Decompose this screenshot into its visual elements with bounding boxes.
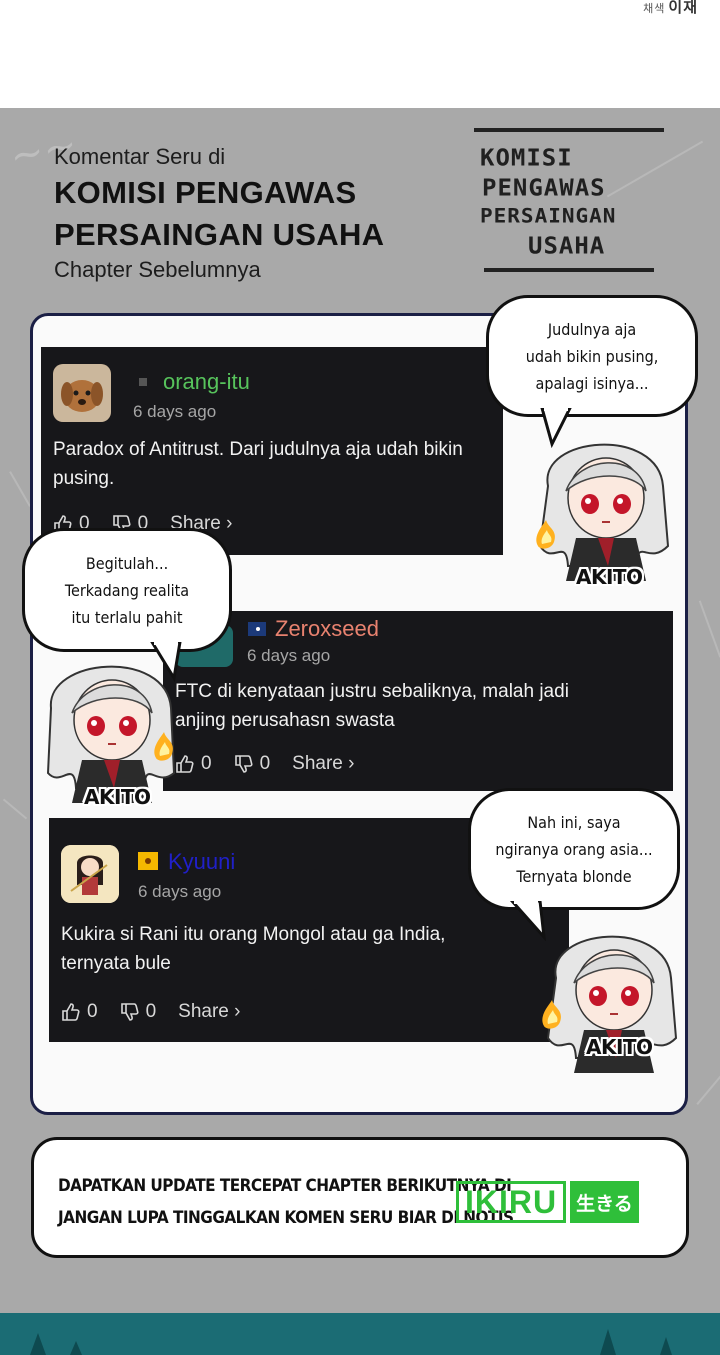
logo-line: PERSAINGAN	[480, 204, 617, 228]
user-avatar[interactable]	[53, 364, 111, 422]
heading-title-line2: PERSAINGAN USAHA	[54, 217, 385, 252]
chibi-character-illustration	[536, 443, 670, 581]
thumbs-up-icon	[62, 1003, 80, 1021]
comment-text-line: ternyata bule	[61, 953, 171, 974]
comment-text: FTC di kenyataan justru sebaliknya, mala…	[175, 677, 665, 735]
chalk-line	[9, 471, 31, 507]
logo-line: USAHA	[528, 232, 606, 260]
dislike-button[interactable]: 0	[120, 1001, 157, 1023]
logo-bottom-bar	[484, 268, 654, 272]
bubble-line: apalagi isinya...	[535, 373, 649, 393]
bubble-line: ngiranya orang asia...	[495, 839, 653, 859]
comment-text-line: FTC di kenyataan justru sebaliknya, mala…	[175, 681, 569, 702]
comment-text-line: anjing perusahasn swasta	[175, 710, 395, 731]
speech-bubble: Nah ini, saya ngiranya orang asia... Ter…	[468, 788, 680, 910]
comment-text: Paradox of Antitrust. Dari judulnya aja …	[53, 435, 533, 493]
bubble-line: Ternyata blonde	[516, 866, 632, 886]
chalk-line	[2, 798, 28, 820]
user-avatar[interactable]	[61, 845, 119, 903]
dislike-count: 0	[259, 753, 271, 774]
speech-bubble: Judulnya aja udah bikin pusing, apalagi …	[486, 295, 698, 417]
character-name-label: AKITO	[586, 1035, 653, 1059]
next-panel-strip	[0, 1313, 720, 1355]
bubble-line: itu terlalu pahit	[71, 607, 183, 627]
heading-title-line1: KOMISI PENGAWAS	[54, 175, 357, 210]
thumbs-down-icon	[234, 755, 253, 773]
character-name-label: AKITO	[576, 565, 643, 589]
ikiru-logo-jp: 生きる	[570, 1181, 639, 1223]
bubble-line: Judulnya aja	[547, 319, 637, 339]
comment-time: 6 days ago	[247, 646, 331, 665]
heading-post: Chapter Sebelumnya	[54, 257, 261, 282]
colorist-credit: 채색 이재	[643, 0, 698, 17]
banner-line1: DAPATKAN UPDATE TERCEPAT CHAPTER BERIKUT…	[58, 1176, 512, 1196]
chalkboard-panel: ~~ Komentar Seru di KOMISI PENGAWAS PERS…	[0, 108, 720, 1313]
flag-icon	[133, 373, 153, 391]
dislike-button[interactable]: 0	[234, 753, 271, 775]
thumbs-down-icon	[120, 1003, 139, 1021]
bubble-line: Nah ini, saya	[527, 812, 621, 832]
series-logo: KOMISI PENGAWAS PERSAINGAN USAHA	[474, 128, 666, 288]
bubble-line: Terkadang realita	[64, 580, 190, 600]
credit-label: 채색	[643, 3, 666, 15]
chalk-line	[698, 600, 720, 658]
like-count: 0	[87, 1001, 98, 1022]
flag-icon	[247, 620, 267, 638]
comment-item: orang-itu 6 days ago Paradox of Antitrus…	[41, 347, 503, 555]
comment-username[interactable]: Zeroxseed	[275, 616, 379, 642]
update-banner[interactable]: DAPATKAN UPDATE TERCEPAT CHAPTER BERIKUT…	[31, 1137, 689, 1258]
bubble-line: Begitulah...	[85, 553, 169, 573]
comment-text-line: pusing.	[53, 468, 115, 489]
top-strip: 채색 이재	[0, 0, 720, 108]
chibi-character-illustration	[46, 665, 176, 803]
speech-bubble: Begitulah... Terkadang realita itu terla…	[22, 528, 232, 652]
chalk-line	[696, 1073, 720, 1105]
banner-line2: JANGAN LUPA TINGGALKAN KOMEN SERU BIAR D…	[58, 1208, 514, 1228]
bubble-line: udah bikin pusing,	[525, 346, 659, 366]
heading-pre: Komentar Seru di	[54, 144, 226, 169]
share-button[interactable]: Share ›	[292, 753, 354, 775]
share-button[interactable]: Share ›	[178, 1001, 240, 1023]
tree-silhouette-decoration	[30, 1329, 672, 1355]
comment-item: Zeroxseed 6 days ago FTC di kenyataan ju…	[163, 611, 673, 791]
logo-line: PENGAWAS	[482, 174, 606, 202]
comment-time: 6 days ago	[133, 402, 217, 421]
character-name-label: AKITO	[84, 785, 151, 809]
ikiru-logo-text: IKIRU	[456, 1181, 567, 1223]
like-count: 0	[201, 753, 212, 774]
comment-actions: 0 0 Share ›	[61, 1001, 240, 1023]
section-heading: Komentar Seru di KOMISI PENGAWAS PERSAIN…	[54, 144, 454, 283]
comment-username[interactable]: orang-itu	[163, 369, 250, 395]
comment-username[interactable]: Kyuuni	[168, 849, 235, 875]
comment-actions: 0 0 Share ›	[175, 753, 354, 775]
dislike-count: 0	[145, 1001, 157, 1022]
comment-text-line: Kukira si Rani itu orang Mongol atau ga …	[61, 924, 446, 945]
flag-icon	[138, 852, 158, 870]
comment-time: 6 days ago	[138, 882, 222, 901]
logo-line: KOMISI	[480, 144, 573, 172]
credit-name: 이재	[668, 0, 698, 16]
comment-text: Kukira si Rani itu orang Mongol atau ga …	[61, 920, 561, 978]
like-button[interactable]: 0	[61, 1001, 98, 1023]
logo-top-bar	[474, 128, 664, 132]
ikiru-logo[interactable]: IKIRU 生きる	[456, 1180, 639, 1224]
comment-text-line: Paradox of Antitrust. Dari judulnya aja …	[53, 439, 463, 460]
